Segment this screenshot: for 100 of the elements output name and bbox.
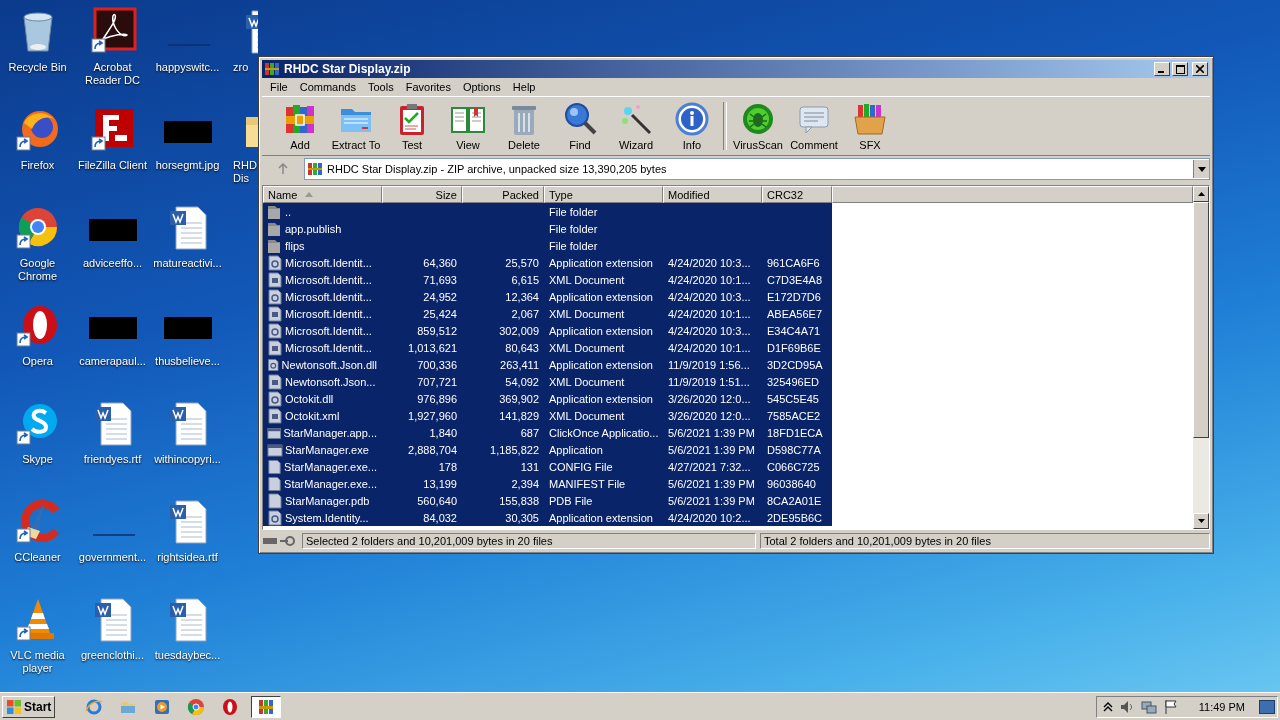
- table-cell: Microsoft.Identit...: [285, 273, 372, 286]
- icon-label[interactable]: zro: [233, 61, 249, 74]
- toolbar-button[interactable]: Wizard: [608, 98, 664, 154]
- icon-label[interactable]: Recycle Bin: [8, 61, 67, 74]
- file-icon: [267, 475, 283, 492]
- toolbar-button[interactable]: Delete: [496, 98, 552, 154]
- browser-icon: [221, 697, 240, 716]
- icon-label[interactable]: government...: [78, 551, 147, 564]
- menu-item[interactable]: Options: [456, 81, 507, 93]
- toolbar-button[interactable]: VirusScan: [730, 98, 786, 154]
- table-row[interactable]: Microsoft.Identit... 64,360 25,570 Application extension 4/24/2020 10:3... 961CA6F6: [263, 254, 832, 271]
- bug-icon: [740, 101, 776, 137]
- toolbar-button[interactable]: Find: [552, 98, 608, 154]
- icon-label[interactable]: friendyes.rtf: [83, 453, 142, 466]
- table-cell: 545C5E45: [767, 392, 819, 405]
- table-row[interactable]: app.publish File folder: [263, 220, 832, 237]
- table-row[interactable]: System.Identity... 84,032 30,305 Application extension 4/24/2020 10:2... 2DE95B6C: [263, 509, 832, 526]
- icon-label[interactable]: CCleaner: [14, 551, 61, 564]
- dropdown-button[interactable]: [1193, 160, 1209, 178]
- table-row[interactable]: Octokit.dll 976,896 369,902 Application extension 3/26/2020 12:0... 545C5E45: [263, 390, 832, 407]
- scroll-down-icon[interactable]: [1197, 519, 1205, 523]
- table-row[interactable]: .. File folder: [263, 203, 832, 220]
- toolbar-button[interactable]: View: [440, 98, 496, 154]
- column-header[interactable]: Size: [382, 186, 462, 203]
- icon-label[interactable]: withincopyri...: [154, 453, 221, 466]
- menu-item[interactable]: Favorites: [399, 81, 457, 93]
- table-row[interactable]: Microsoft.Identit... 24,952 12,364 Application extension 4/24/2020 10:3... E172D7D6: [263, 288, 832, 305]
- table-cell: 687: [520, 426, 539, 439]
- column-header[interactable]: Type: [544, 186, 663, 203]
- column-header[interactable]: Name: [263, 186, 382, 203]
- scroll-up-icon[interactable]: [1197, 192, 1205, 196]
- chevron-icon[interactable]: [1102, 700, 1113, 713]
- start-button[interactable]: Start: [2, 695, 56, 718]
- table-cell: 25,424: [423, 307, 457, 320]
- toolbar-button[interactable]: Info: [664, 98, 720, 154]
- icon-label[interactable]: matureactivi...: [153, 257, 222, 270]
- table-row[interactable]: Octokit.xml 1,927,960 141,829 XML Document 3/26/2020 12:0... 7585ACE2: [263, 407, 832, 424]
- flag-icon[interactable]: [1162, 698, 1179, 715]
- toolbar-button[interactable]: SFX: [842, 98, 898, 154]
- column-header[interactable]: CRC32: [762, 186, 832, 203]
- table-cell: 4/24/2020 10:3...: [668, 324, 751, 337]
- menu-item[interactable]: Commands: [293, 81, 362, 93]
- table-row[interactable]: Microsoft.Identit... 1,013,621 80,643 XML Document 4/24/2020 10:1... D1F69B6E: [263, 339, 832, 356]
- menu-item[interactable]: Help: [506, 81, 542, 93]
- icon-label[interactable]: thusbelieve...: [155, 355, 220, 368]
- table-cell: 25,570: [505, 256, 539, 269]
- clock[interactable]: 11:49 PM: [1198, 700, 1245, 713]
- icon-label[interactable]: RHD Dis: [233, 159, 259, 185]
- icon-label[interactable]: Acrobat Reader DC: [75, 61, 150, 87]
- icon-label[interactable]: Opera: [22, 355, 53, 368]
- toolbar-button[interactable]: Test: [384, 98, 440, 154]
- table-row[interactable]: Newtonsoft.Json... 707,721 54,092 XML Document 11/9/2019 1:51... 325496ED: [263, 373, 832, 390]
- icon-label[interactable]: FileZilla Client: [77, 159, 148, 172]
- table-row[interactable]: StarManager.exe 2,888,704 1,185,822 Application 5/6/2021 1:39 PM D598C77A: [263, 441, 832, 458]
- table-cell: 4/24/2020 10:3...: [668, 256, 751, 269]
- taskbar-button[interactable]: [251, 695, 282, 718]
- icon-label[interactable]: rightsidea.rtf: [157, 551, 218, 564]
- icon-label[interactable]: greenclothi...: [81, 649, 144, 662]
- toolbar-button[interactable]: Extract To: [328, 98, 384, 154]
- icon-label[interactable]: camerapaul...: [79, 355, 146, 368]
- icon-label[interactable]: happyswitc...: [155, 61, 220, 74]
- toolbar-button[interactable]: Comment: [786, 98, 842, 154]
- icon-label[interactable]: Firefox: [20, 159, 55, 172]
- table-cell: 30,305: [505, 511, 539, 524]
- table-cell: 3/26/2020 12:0...: [668, 392, 751, 405]
- address-field[interactable]: RHDC Star Display.zip - ZIP archive, unpacked size 13,390,205 bytes: [304, 158, 1210, 180]
- maximize-button[interactable]: [1172, 62, 1188, 76]
- table-cell: E34C4A71: [767, 324, 821, 337]
- table-cell: MANIFEST File: [549, 477, 626, 490]
- icon-label[interactable]: Google Chrome: [0, 257, 75, 283]
- table-row[interactable]: StarManager.exe... 13,199 2,394 MANIFEST File 5/6/2021 1:39 PM 96038640: [263, 475, 832, 492]
- table-row[interactable]: StarManager.pdb 560,640 155,838 PDB File 5/6/2021 1:39 PM 8CA2A01E: [263, 492, 832, 509]
- table-row[interactable]: StarManager.app... 1,840 687 ClickOnce Applicatio... 5/6/2021 1:39 PM 18FD1ECA: [263, 424, 832, 441]
- table-row[interactable]: flips File folder: [263, 237, 832, 254]
- icon-label[interactable]: VLC media player: [0, 649, 75, 675]
- table-row[interactable]: Newtonsoft.Json.dll 700,336 263,411 Application extension 11/9/2019 1:56... 3D2CD95A: [263, 356, 832, 373]
- scrollbar[interactable]: [1193, 186, 1209, 529]
- table-row[interactable]: Microsoft.Identit... 25,424 2,067 XML Document 4/24/2020 10:1... ABEA56E7: [263, 305, 832, 322]
- show-desktop-button[interactable]: [1259, 699, 1275, 714]
- table-cell: flips: [285, 239, 305, 252]
- column-header[interactable]: Modified: [663, 186, 762, 203]
- minimize-button[interactable]: [1154, 62, 1170, 76]
- table-row[interactable]: StarManager.exe... 178 131 CONFIG File 4/27/2021 7:32... C066C725: [263, 458, 832, 475]
- menu-item[interactable]: File: [264, 81, 294, 93]
- close-button[interactable]: [1192, 62, 1208, 76]
- toolbar-button[interactable]: Add: [272, 98, 328, 154]
- browser-icon: [85, 697, 104, 716]
- icon-label[interactable]: tuesdaybec...: [154, 649, 221, 662]
- column-header[interactable]: Packed: [462, 186, 544, 203]
- table-cell: System.Identity...: [285, 511, 369, 524]
- icon-label[interactable]: Skype: [22, 453, 53, 466]
- table-row[interactable]: Microsoft.Identit... 859,512 302,009 Application extension 4/24/2020 10:3... E34C4A71: [263, 322, 832, 339]
- icon-label[interactable]: horsegmt.jpg: [155, 159, 220, 172]
- icon-label[interactable]: adviceeffo...: [82, 257, 143, 270]
- app-icon[interactable]: [13, 497, 62, 545]
- table-cell: ABEA56E7: [767, 307, 823, 320]
- table-row[interactable]: Microsoft.Identit... 71,693 6,615 XML Document 4/24/2020 10:1... C7D3E4A8: [263, 271, 832, 288]
- network-icon[interactable]: [1140, 698, 1157, 715]
- file-icon: [267, 288, 283, 305]
- menu-item[interactable]: Tools: [362, 81, 400, 93]
